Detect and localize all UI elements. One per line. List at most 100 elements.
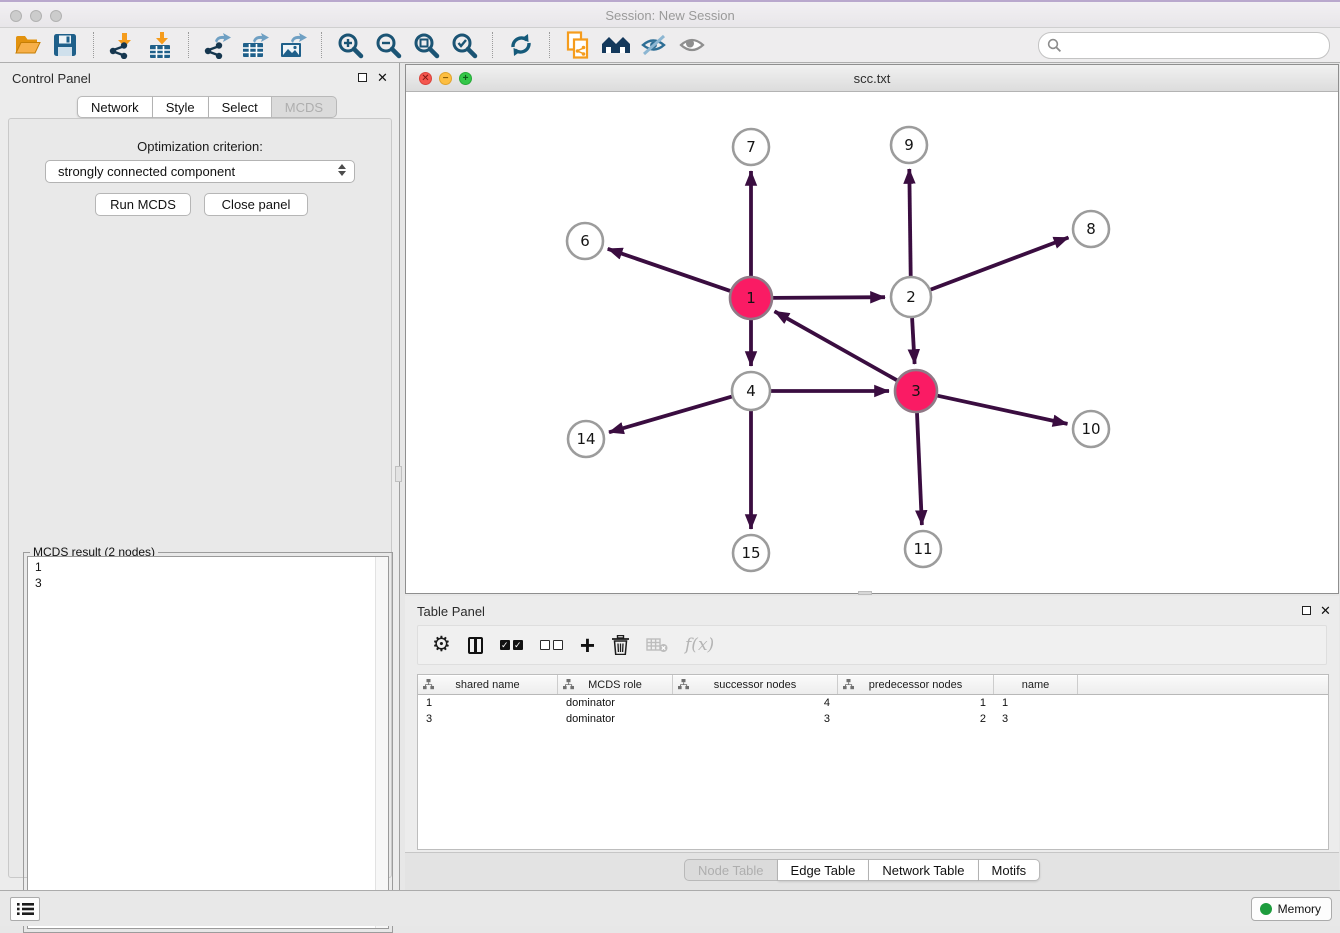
- graph-edge-3-1[interactable]: [775, 311, 897, 380]
- tab-network-table[interactable]: Network Table: [869, 859, 978, 881]
- column-header-successor-nodes[interactable]: successor nodes: [673, 675, 838, 694]
- search-box: [1038, 32, 1330, 59]
- export-table-icon[interactable]: [236, 30, 274, 60]
- table-panel-title: Table Panel: [417, 604, 485, 619]
- mcds-panel: Optimization criterion: strongly connect…: [8, 118, 392, 878]
- toolbar-separator: [188, 32, 189, 58]
- dropdown-stepper-icon: [338, 164, 346, 176]
- graph-node-label-6: 6: [580, 232, 590, 250]
- table-cell[interactable]: dominator: [558, 695, 673, 711]
- graph-node-label-3: 3: [911, 382, 921, 400]
- graph-node-label-4: 4: [746, 382, 756, 400]
- table-cell[interactable]: 1: [418, 695, 558, 711]
- export-image-icon[interactable]: [274, 30, 312, 60]
- task-history-button[interactable]: [10, 897, 40, 921]
- close-panel-button[interactable]: Close panel: [204, 193, 308, 216]
- show-details-icon[interactable]: [673, 30, 711, 60]
- tab-network[interactable]: Network: [77, 96, 153, 118]
- mcds-result-item: 3: [28, 575, 388, 591]
- table-row[interactable]: 1dominator411: [418, 695, 1328, 711]
- toolbar-separator: [321, 32, 322, 58]
- control-panel: Control Panel ✕ Network Style Select MCD…: [0, 63, 400, 890]
- node-table-body: 1dominator4113dominator323: [418, 695, 1328, 727]
- table-row[interactable]: 3dominator323: [418, 711, 1328, 727]
- panel-splitter-grip[interactable]: [395, 466, 402, 482]
- tab-motifs[interactable]: Motifs: [979, 859, 1041, 881]
- export-network-icon[interactable]: [198, 30, 236, 60]
- float-table-panel-icon[interactable]: [1302, 606, 1311, 615]
- column-header-name[interactable]: name: [994, 675, 1078, 694]
- table-cell[interactable]: 1: [838, 695, 994, 711]
- graph-edge-3-11[interactable]: [917, 413, 922, 525]
- memory-label: Memory: [1278, 902, 1321, 916]
- delete-table-icon[interactable]: [646, 632, 668, 658]
- table-cell[interactable]: 3: [418, 711, 558, 727]
- close-panel-icon[interactable]: ✕: [377, 70, 388, 86]
- app-titlebar: Session: New Session: [0, 0, 1340, 28]
- graph-edge-2-3[interactable]: [912, 318, 915, 364]
- tab-node-table[interactable]: Node Table: [684, 859, 778, 881]
- zoom-in-icon[interactable]: [331, 30, 369, 60]
- network-window-title: scc.txt: [406, 71, 1338, 86]
- graph-edge-2-8[interactable]: [931, 238, 1069, 290]
- select-all-icon[interactable]: ✓✓: [500, 632, 523, 658]
- status-bar: Memory: [0, 890, 1340, 926]
- frame-resize-grip[interactable]: [858, 591, 872, 595]
- column-header-mcds-role[interactable]: MCDS role: [558, 675, 673, 694]
- table-settings-gear-icon[interactable]: ⚙: [432, 632, 451, 658]
- column-visibility-icon[interactable]: [468, 632, 483, 658]
- table-cell[interactable]: 2: [838, 711, 994, 727]
- search-icon: [1047, 38, 1062, 53]
- zoom-selected-icon[interactable]: [445, 30, 483, 60]
- delete-column-icon[interactable]: [612, 632, 629, 658]
- hide-details-icon[interactable]: [635, 30, 673, 60]
- network-view-window: ✕ − + scc.txt 7968124314101511: [405, 64, 1339, 594]
- graph-svg: 7968124314101511: [407, 92, 1337, 593]
- add-column-icon[interactable]: +: [580, 632, 595, 658]
- save-session-icon[interactable]: [46, 30, 84, 60]
- column-header-shared-name[interactable]: shared name: [418, 675, 558, 694]
- node-table-header: shared name MCDS role successor nodes pr…: [418, 675, 1328, 695]
- tab-style[interactable]: Style: [153, 96, 209, 118]
- toolbar-separator: [93, 32, 94, 58]
- tab-select[interactable]: Select: [209, 96, 272, 118]
- criterion-dropdown[interactable]: strongly connected component: [45, 160, 355, 183]
- search-input[interactable]: [1062, 36, 1329, 56]
- duplicate-network-icon[interactable]: [559, 30, 597, 60]
- graph-node-label-1: 1: [746, 289, 756, 307]
- result-scrollbar[interactable]: [375, 557, 388, 928]
- table-cell[interactable]: 1: [994, 695, 1078, 711]
- import-table-icon[interactable]: [141, 30, 179, 60]
- graph-edge-2-9[interactable]: [909, 169, 910, 276]
- mcds-result-list[interactable]: 13: [27, 556, 389, 929]
- run-mcds-button[interactable]: Run MCDS: [95, 193, 191, 216]
- column-type-icon: [678, 679, 689, 693]
- table-cell[interactable]: 3: [673, 711, 838, 727]
- graph-edge-3-10[interactable]: [938, 396, 1068, 424]
- zoom-out-icon[interactable]: [369, 30, 407, 60]
- graph-edge-1-2[interactable]: [773, 297, 885, 298]
- import-network-icon[interactable]: [103, 30, 141, 60]
- table-cell[interactable]: dominator: [558, 711, 673, 727]
- memory-button[interactable]: Memory: [1251, 897, 1332, 921]
- table-cell[interactable]: 4: [673, 695, 838, 711]
- tab-edge-table[interactable]: Edge Table: [778, 859, 870, 881]
- function-builder-icon[interactable]: f(x): [685, 632, 714, 658]
- home-layout-icon[interactable]: [597, 30, 635, 60]
- tab-mcds[interactable]: MCDS: [272, 96, 337, 118]
- close-table-panel-icon[interactable]: ✕: [1320, 603, 1331, 619]
- graph-edge-1-6[interactable]: [608, 249, 731, 291]
- graph-node-label-15: 15: [741, 544, 760, 562]
- graph-node-label-14: 14: [576, 430, 595, 448]
- zoom-fit-icon[interactable]: [407, 30, 445, 60]
- column-header-predecessor-nodes[interactable]: predecessor nodes: [838, 675, 994, 694]
- deselect-all-icon[interactable]: [540, 632, 563, 658]
- network-window-titlebar[interactable]: ✕ − + scc.txt: [406, 65, 1338, 92]
- table-tabs: Node Table Edge Table Network Table Moti…: [684, 859, 1040, 881]
- float-panel-icon[interactable]: [358, 73, 367, 82]
- refresh-view-icon[interactable]: [502, 30, 540, 60]
- table-cell[interactable]: 3: [994, 711, 1078, 727]
- network-canvas[interactable]: 7968124314101511: [407, 92, 1337, 593]
- open-session-icon[interactable]: [8, 30, 46, 60]
- graph-edge-4-14[interactable]: [609, 397, 732, 433]
